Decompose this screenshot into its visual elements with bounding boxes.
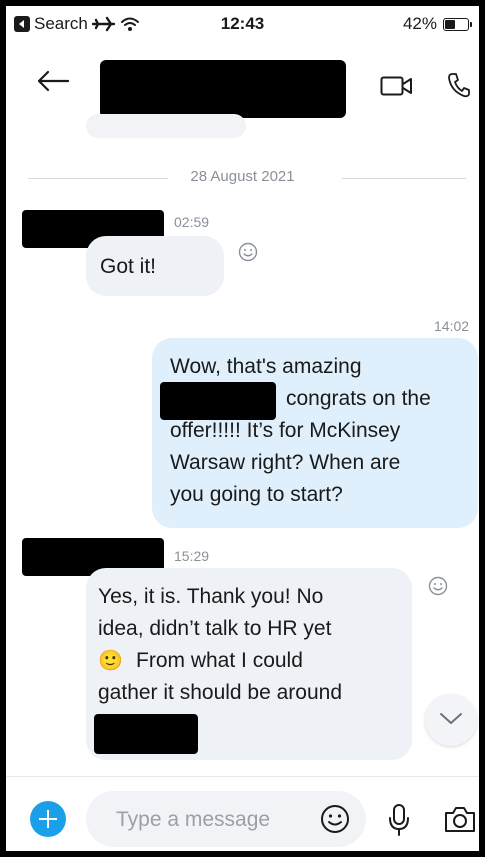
emoji-icon[interactable] (320, 804, 350, 834)
add-icon[interactable] (30, 801, 66, 837)
smiling-emoji: 🙂 (98, 648, 123, 672)
message-line: congrats on the (286, 387, 431, 410)
incoming-message-bubble[interactable]: Yes, it is. Thank you! No idea, didn’t t… (86, 568, 412, 760)
message-line: idea, didn’t talk to HR yet (98, 617, 332, 640)
date-separator: 28 August 2021 (6, 168, 479, 188)
battery-percent: 42% (402, 14, 437, 33)
redacted-name (160, 382, 276, 420)
message-line: offer!!!!! It’s for McKinsey (170, 419, 401, 442)
video-call-icon[interactable] (380, 76, 414, 96)
message-line: From what I could (136, 649, 303, 672)
message-list[interactable]: 28 August 2021 02:59 Got it! 14:02 Wow, … (6, 114, 479, 774)
message-input[interactable]: Type a message (86, 791, 366, 847)
message-line: gather it should be around (98, 681, 343, 704)
date-separator-label: 28 August 2021 (190, 168, 295, 185)
camera-icon[interactable] (444, 805, 476, 833)
previous-message-bubble (86, 114, 246, 138)
back-arrow-icon[interactable] (36, 70, 70, 92)
scroll-to-bottom-button[interactable] (425, 694, 477, 746)
smiley-react-icon[interactable] (238, 242, 258, 262)
message-text: Got it! (100, 255, 157, 278)
battery-icon (443, 17, 472, 31)
contact-name-redacted[interactable] (100, 60, 346, 118)
message-line: Yes, it is. Thank you! No (98, 585, 324, 608)
message-line: Warsaw right? When are (170, 451, 401, 474)
redacted-value (94, 714, 198, 754)
message-time: 02:59 (174, 214, 210, 230)
status-bar: Search 12:43 42% (6, 6, 479, 42)
message-time: 14:02 (434, 318, 470, 334)
outgoing-message-bubble[interactable]: Wow, that's amazing congrats on the offe… (152, 338, 478, 528)
message-line: you going to start? (170, 483, 343, 506)
chevron-down-icon (440, 713, 462, 724)
message-line: Wow, that's amazing (170, 355, 362, 378)
microphone-icon[interactable] (388, 803, 410, 837)
smiley-react-icon[interactable] (428, 576, 448, 596)
message-composer: Type a message (6, 776, 479, 851)
incoming-message-bubble[interactable]: Got it! (86, 236, 224, 296)
chat-header (6, 48, 479, 122)
phone-screen: Search 12:43 42% 28 August 2021 02:59 Go… (6, 6, 479, 851)
phone-call-icon[interactable] (448, 72, 470, 98)
message-time: 15:29 (174, 548, 210, 564)
message-input-placeholder: Type a message (116, 808, 271, 831)
